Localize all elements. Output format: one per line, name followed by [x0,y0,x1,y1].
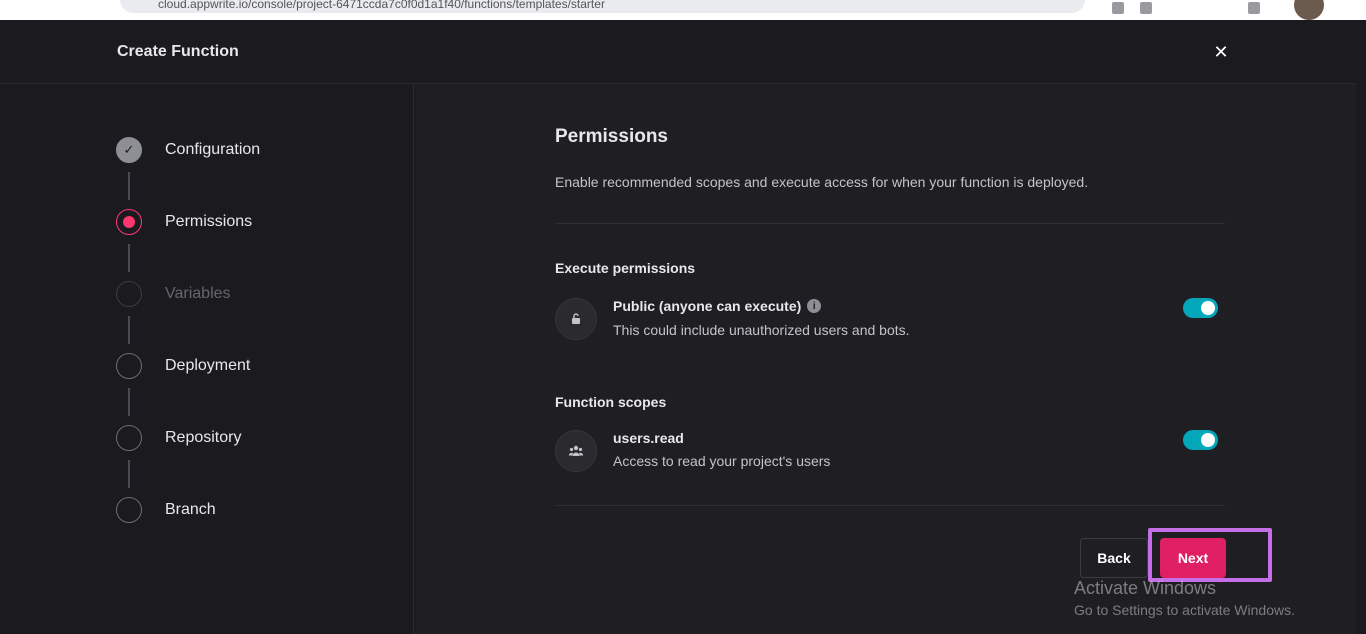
users-read-toggle[interactable] [1183,430,1218,450]
watermark-title: Activate Windows [1074,578,1217,598]
step-repository[interactable]: Repository [116,425,241,451]
function-scopes-heading: Function scopes [555,394,667,410]
watermark-subtitle: Go to Settings to activate Windows. [1074,602,1295,618]
pending-step-icon [116,497,142,523]
step-connector [128,388,130,416]
public-execute-description: This could include unauthorized users an… [613,322,910,338]
step-label: Permissions [165,213,253,230]
users-read-title: users.read [613,430,684,446]
public-execute-title: Public (anyone can execute) i [613,298,822,314]
info-icon[interactable]: i [807,299,822,313]
active-step-icon [116,209,142,235]
step-configuration[interactable]: ✓ Configuration [116,137,260,163]
stepper: ✓ Configuration Permissions Variables De… [0,84,414,634]
public-execute-label: Public (anyone can execute) [613,298,802,314]
step-connector [128,172,130,200]
section-description: Enable recommended scopes and execute ac… [555,174,1089,190]
extension-icon[interactable] [1140,2,1152,14]
divider [555,505,1225,506]
pending-step-icon [116,281,142,307]
step-branch[interactable]: Branch [116,497,216,523]
execute-permissions-heading: Execute permissions [555,260,696,276]
lock-open-icon [555,298,597,340]
address-bar[interactable]: cloud.appwrite.io/console/project-6471cc… [120,0,1085,13]
divider [555,223,1225,224]
public-execute-row: Public (anyone can execute) i This could… [555,298,1225,342]
pending-step-icon [116,425,142,451]
step-label: Variables [165,285,231,302]
step-connector [128,244,130,272]
step-variables: Variables [116,281,231,307]
step-connector [128,316,130,344]
step-connector [128,460,130,488]
extension-icon[interactable] [1112,2,1124,14]
step-label: Configuration [165,141,261,158]
permissions-panel: Permissions Enable recommended scopes an… [415,84,1366,634]
close-icon[interactable]: ✕ [1211,42,1231,62]
address-bar-url: cloud.appwrite.io/console/project-6471cc… [158,0,605,11]
step-label: Repository [165,429,242,446]
back-button[interactable]: Back [1080,538,1148,578]
avatar[interactable] [1294,0,1324,20]
modal-title: Create Function [117,43,239,60]
users-read-description: Access to read your project's users [613,453,831,469]
step-label: Branch [165,501,216,518]
browser-bar: cloud.appwrite.io/console/project-6471cc… [0,0,1366,20]
modal-header: Create Function ✕ [0,20,1366,84]
step-deployment[interactable]: Deployment [116,353,250,379]
users-read-row: users.read Access to read your project's… [555,430,1225,474]
users-icon [555,430,597,472]
pending-step-icon [116,353,142,379]
tab-icon[interactable] [1248,2,1260,14]
next-button[interactable]: Next [1160,538,1226,578]
windows-activation-watermark: Activate Windows Go to Settings to activ… [1074,578,1295,618]
step-permissions[interactable]: Permissions [116,209,252,235]
step-label: Deployment [165,357,251,374]
section-title: Permissions [555,126,668,147]
scrollbar[interactable] [1356,20,1366,634]
public-execute-toggle[interactable] [1183,298,1218,318]
check-icon: ✓ [116,137,142,163]
